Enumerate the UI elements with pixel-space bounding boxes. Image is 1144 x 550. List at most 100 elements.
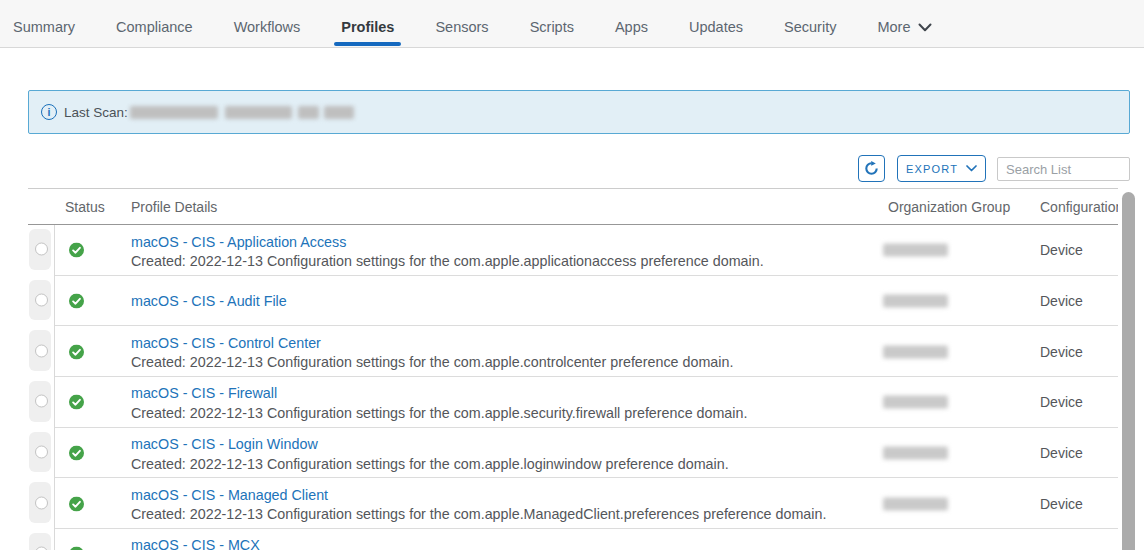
- export-label: EXPORT: [906, 163, 958, 175]
- tab-profiles[interactable]: Profiles: [341, 0, 394, 47]
- profile-link[interactable]: macOS - CIS - MCX: [131, 537, 260, 550]
- export-button[interactable]: EXPORT: [897, 155, 986, 182]
- tab-compliance[interactable]: Compliance: [116, 0, 193, 47]
- radio-pill: [29, 482, 51, 523]
- profile-link[interactable]: macOS - CIS - Control Center: [131, 335, 321, 351]
- tab-apps[interactable]: Apps: [615, 0, 648, 47]
- configuration-type-value: Device: [1040, 496, 1083, 512]
- row-select-cell: [28, 225, 55, 276]
- status-installed-icon: [69, 243, 84, 258]
- tab-label: Compliance: [116, 19, 193, 35]
- row-select-cell: [28, 326, 55, 377]
- tab-label: Summary: [13, 19, 75, 35]
- last-scan-value-redacted: [130, 106, 354, 119]
- tab-label: Security: [784, 19, 836, 35]
- profile-details-cell: macOS - CIS - Firewall Created: 2022-12-…: [131, 383, 747, 423]
- profile-description: Created: 2022-12-13 Configuration settin…: [131, 404, 747, 424]
- radio-pill: [29, 432, 51, 473]
- configuration-type-value: Device: [1040, 445, 1083, 461]
- tab-more[interactable]: More: [877, 0, 932, 47]
- tab-label: Profiles: [341, 19, 394, 35]
- tab-label: Updates: [689, 19, 743, 35]
- tab-updates[interactable]: Updates: [689, 0, 743, 47]
- row-radio[interactable]: [35, 395, 48, 408]
- radio-pill: [29, 381, 51, 422]
- profile-details-cell: macOS - CIS - Managed Client Created: 20…: [131, 485, 826, 525]
- status-installed-icon: [69, 344, 84, 359]
- row-select-cell: [28, 478, 55, 529]
- last-scan-banner: i Last Scan:: [28, 90, 1130, 134]
- profile-link[interactable]: macOS - CIS - Audit File: [131, 293, 287, 309]
- profile-details-cell: macOS - CIS - Control Center Created: 20…: [131, 333, 733, 373]
- radio-pill: [29, 229, 51, 270]
- row-select-cell: [28, 276, 55, 327]
- organization-group-redacted: [883, 294, 948, 307]
- organization-group-redacted: [883, 497, 948, 510]
- configuration-type-value: Device: [1040, 293, 1083, 309]
- organization-group-redacted: [883, 244, 948, 257]
- table-row: macOS - CIS - Audit File Device: [28, 276, 1118, 327]
- table-row: macOS - CIS - Managed Client Created: 20…: [28, 478, 1118, 529]
- radio-pill: [29, 533, 51, 550]
- row-radio[interactable]: [35, 293, 48, 306]
- status-installed-icon: [69, 496, 84, 511]
- profile-description: Created: 2022-12-13 Configuration settin…: [131, 455, 729, 475]
- status-installed-icon: [69, 293, 84, 308]
- tab-label: Apps: [615, 19, 648, 35]
- row-select-cell: [28, 529, 55, 550]
- profile-details-cell: macOS - CIS - Login Window Created: 2022…: [131, 434, 729, 474]
- column-header-status: Status: [65, 199, 105, 215]
- table-row: macOS - CIS - Control Center Created: 20…: [28, 326, 1118, 377]
- tab-sensors[interactable]: Sensors: [435, 0, 488, 47]
- profile-link[interactable]: macOS - CIS - Managed Client: [131, 487, 328, 503]
- radio-pill: [29, 280, 51, 321]
- last-scan-label: Last Scan:: [64, 105, 128, 120]
- organization-group-redacted: [883, 345, 948, 358]
- table-row: macOS - CIS - Login Window Created: 2022…: [28, 428, 1118, 479]
- organization-group-redacted: [883, 446, 948, 459]
- tab-scripts[interactable]: Scripts: [530, 0, 574, 47]
- refresh-icon: [864, 161, 879, 176]
- refresh-button[interactable]: [858, 155, 885, 182]
- status-installed-icon: [69, 445, 84, 460]
- radio-pill: [29, 330, 51, 371]
- tab-label: Scripts: [530, 19, 574, 35]
- column-header-profile-details: Profile Details: [131, 199, 217, 215]
- vertical-scrollbar-thumb[interactable]: [1122, 192, 1135, 550]
- table-row: macOS - CIS - Application Access Created…: [28, 225, 1118, 276]
- status-installed-icon: [69, 395, 84, 410]
- column-header-organization-group: Organization Group: [888, 199, 1010, 215]
- configuration-type-value: Device: [1040, 242, 1083, 258]
- profile-link[interactable]: macOS - CIS - Login Window: [131, 436, 318, 452]
- info-icon: i: [41, 104, 57, 120]
- search-input[interactable]: [997, 157, 1130, 181]
- tab-summary[interactable]: Summary: [13, 0, 75, 47]
- table-row: macOS - CIS - Firewall Created: 2022-12-…: [28, 377, 1118, 428]
- organization-group-redacted: [883, 396, 948, 409]
- row-select-cell: [28, 428, 55, 479]
- profile-description: Created: 2022-12-13 Configuration settin…: [131, 353, 733, 373]
- row-radio[interactable]: [35, 445, 48, 458]
- table-header: Status Profile Details Organization Grou…: [28, 188, 1118, 225]
- row-radio[interactable]: [35, 344, 48, 357]
- tab-label: Workflows: [234, 19, 301, 35]
- profile-link[interactable]: macOS - CIS - Application Access: [131, 234, 346, 250]
- tab-label: Sensors: [435, 19, 488, 35]
- profile-link[interactable]: macOS - CIS - Firewall: [131, 385, 277, 401]
- tab-security[interactable]: Security: [784, 0, 836, 47]
- chevron-down-icon: [966, 165, 977, 172]
- profile-details-cell: macOS - CIS - Application Access Created…: [131, 232, 764, 272]
- configuration-type-value: Device: [1040, 344, 1083, 360]
- profile-description: Created: 2022-12-13 Configuration settin…: [131, 252, 764, 272]
- profile-details-cell: macOS - CIS - Audit File: [131, 291, 287, 312]
- row-radio[interactable]: [35, 496, 48, 509]
- row-radio[interactable]: [35, 243, 48, 256]
- tab-workflows[interactable]: Workflows: [234, 0, 301, 47]
- row-select-cell: [28, 377, 55, 428]
- table-row: macOS - CIS - MCX: [28, 529, 1118, 550]
- profile-details-cell: macOS - CIS - MCX: [131, 535, 260, 550]
- tab-label: More: [877, 19, 910, 35]
- configuration-type-value: Device: [1040, 394, 1083, 410]
- column-header-configuration: Configuration: [1040, 199, 1118, 215]
- tab-bar: Summary Compliance Workflows Profiles Sensor…: [0, 0, 1144, 48]
